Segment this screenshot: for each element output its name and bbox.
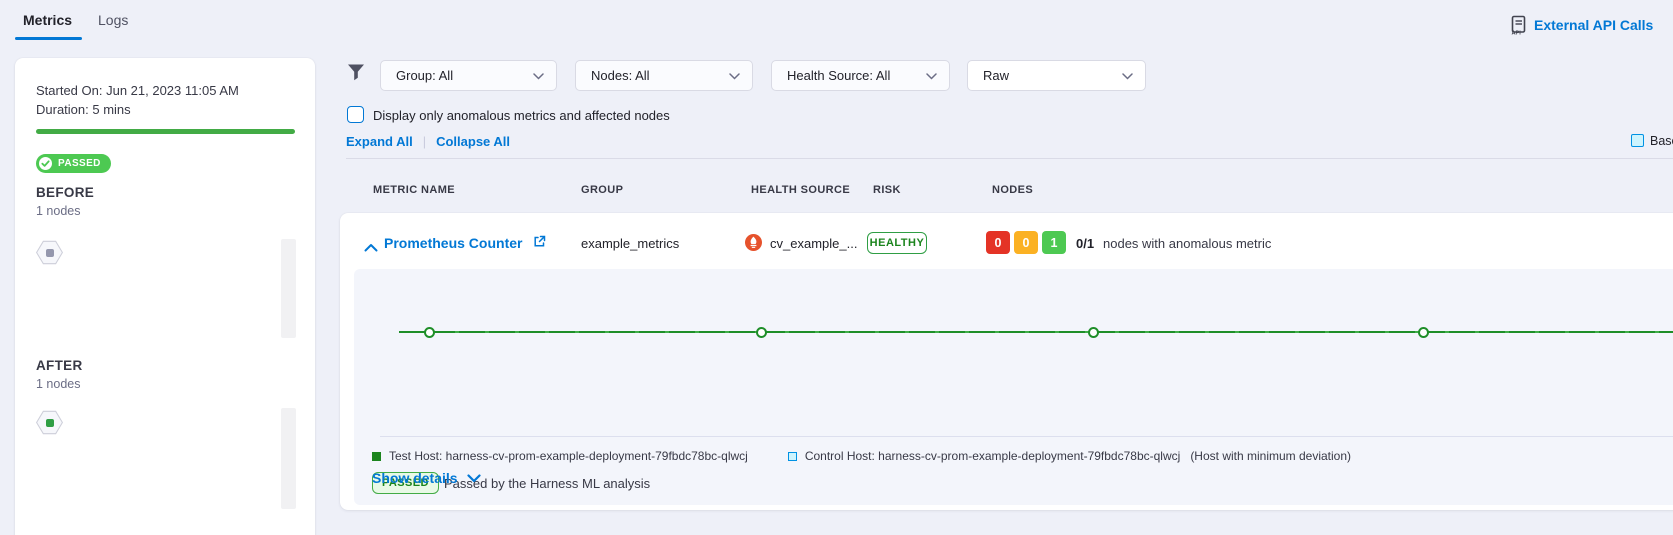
nodes-filter-dropdown[interactable]: Nodes: All xyxy=(575,60,753,91)
nodes-filter-value: Nodes: All xyxy=(591,68,650,83)
chevron-down-icon xyxy=(729,67,740,85)
metric-data-point[interactable] xyxy=(1418,327,1429,338)
before-node-count: 1 nodes xyxy=(36,204,80,218)
verification-status-badge: PASSED xyxy=(36,154,111,173)
external-api-calls-link[interactable]: API External API Calls xyxy=(1511,15,1653,35)
metric-row-card: Prometheus Counter example_metrics cv_ex… xyxy=(340,213,1673,510)
before-scrollbar[interactable] xyxy=(281,239,296,338)
control-host-legend-square xyxy=(788,452,797,461)
group-filter-value: Group: All xyxy=(396,68,453,83)
column-header-risk: RISK xyxy=(873,184,901,196)
after-scrollbar[interactable] xyxy=(281,408,296,509)
metric-data-point[interactable] xyxy=(424,327,435,338)
tab-metrics[interactable]: Metrics xyxy=(23,12,72,28)
filter-icon[interactable] xyxy=(347,63,365,87)
metric-group-value: example_metrics xyxy=(581,236,679,251)
prometheus-icon xyxy=(745,234,762,256)
control-host-note: (Host with minimum deviation) xyxy=(1190,449,1351,463)
after-section-title: AFTER xyxy=(36,358,83,373)
verification-metrics-page: Metrics Logs API External API Calls Star… xyxy=(0,0,1673,535)
baseline-legend-square xyxy=(1631,134,1644,147)
started-on-text: Started On: Jun 21, 2023 11:05 AM xyxy=(36,83,239,98)
api-document-icon: API xyxy=(1511,15,1527,35)
test-host-legend-label: Test Host: harness-cv-prom-example-deplo… xyxy=(389,449,748,463)
show-details-link[interactable]: Show details xyxy=(372,470,481,486)
tab-logs[interactable]: Logs xyxy=(98,12,128,28)
after-node-count: 1 nodes xyxy=(36,377,80,391)
view-mode-value: Raw xyxy=(983,68,1009,83)
anomalous-only-checkbox[interactable] xyxy=(347,106,364,123)
group-filter-dropdown[interactable]: Group: All xyxy=(380,60,557,91)
chevron-down-icon xyxy=(1122,67,1133,85)
metric-line xyxy=(399,331,1673,333)
filter-divider xyxy=(346,158,1673,159)
chart-legend: Test Host: harness-cv-prom-example-deplo… xyxy=(372,449,1351,463)
link-separator: | xyxy=(423,134,426,149)
column-header-group: GROUP xyxy=(581,184,623,196)
duration-text: Duration: 5 mins xyxy=(36,102,131,117)
anomalous-ratio: 0/1 xyxy=(1076,236,1094,251)
before-section-title: BEFORE xyxy=(36,185,94,200)
metric-name-link[interactable]: Prometheus Counter xyxy=(384,235,522,251)
verification-progress-bar xyxy=(36,129,295,134)
chevron-down-icon xyxy=(533,67,544,85)
red-node-count-badge: 0 xyxy=(986,231,1010,254)
chart-legend-divider xyxy=(380,436,1673,437)
svg-text:API: API xyxy=(1512,31,1522,36)
risk-status-badge: HEALTHY xyxy=(867,232,927,254)
health-source-value: cv_example_... xyxy=(770,236,857,251)
external-link-icon[interactable] xyxy=(533,235,546,253)
before-node-status-dot xyxy=(46,249,54,257)
chevron-down-icon xyxy=(926,67,937,85)
health-source-filter-value: Health Source: All xyxy=(787,68,890,83)
metric-chart-panel: Test Host: harness-cv-prom-example-deplo… xyxy=(354,269,1673,505)
check-icon xyxy=(39,157,52,170)
show-details-label: Show details xyxy=(372,470,458,486)
expand-all-link[interactable]: Expand All xyxy=(346,134,413,149)
column-header-metric-name: METRIC NAME xyxy=(373,184,455,196)
nodes-summary-panel: Started On: Jun 21, 2023 11:05 AM Durati… xyxy=(15,58,315,535)
orange-node-count-badge: 0 xyxy=(1014,231,1038,254)
after-node-hexagon[interactable] xyxy=(36,410,63,435)
before-node-hexagon[interactable] xyxy=(36,240,63,265)
health-source-filter-dropdown[interactable]: Health Source: All xyxy=(771,60,950,91)
tab-metrics-underline xyxy=(15,37,82,40)
view-mode-dropdown[interactable]: Raw xyxy=(967,60,1146,91)
metric-data-point[interactable] xyxy=(1088,327,1099,338)
chevron-down-icon xyxy=(467,470,481,486)
column-header-health-source: HEALTH SOURCE xyxy=(751,184,850,196)
collapse-all-link[interactable]: Collapse All xyxy=(436,134,510,149)
test-host-legend-square xyxy=(372,452,381,461)
metric-data-point[interactable] xyxy=(756,327,767,338)
after-node-status-dot xyxy=(46,419,54,427)
baseline-legend-label: Base xyxy=(1650,134,1673,148)
green-node-count-badge: 1 xyxy=(1042,231,1066,254)
control-host-legend-label: Control Host: harness-cv-prom-example-de… xyxy=(805,449,1181,463)
column-header-nodes: NODES xyxy=(992,184,1033,196)
anomalous-ratio-label: nodes with anomalous metric xyxy=(1103,236,1271,251)
anomalous-only-label: Display only anomalous metrics and affec… xyxy=(373,108,670,123)
external-api-calls-label: External API Calls xyxy=(1534,17,1653,33)
verification-status-label: PASSED xyxy=(58,158,101,169)
collapse-row-icon[interactable] xyxy=(364,239,378,257)
